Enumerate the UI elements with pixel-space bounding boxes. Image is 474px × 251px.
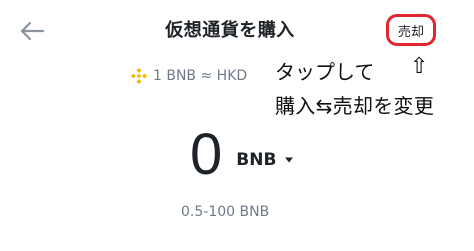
currency-code: BNB [236, 150, 277, 170]
back-arrow-icon [20, 21, 45, 41]
exchange-rate-text: 1 BNB ≈ HKD [153, 68, 248, 84]
amount-input[interactable]: 0 [190, 126, 222, 184]
page-title: 仮想通貨を購入 [165, 20, 295, 41]
amount-input-row: 0 BNB [190, 122, 294, 188]
annotation-up-arrow-icon: ⇧ [410, 54, 429, 79]
annotation-switch-text: 購入⇆売却を変更 [275, 94, 435, 118]
sell-toggle-button[interactable]: 売却 [386, 14, 436, 46]
caret-down-icon [285, 157, 294, 163]
annotation-tap-text: タップして [275, 60, 375, 84]
currency-selector[interactable]: BNB [236, 150, 294, 170]
exchange-rate: 1 BNB ≈ HKD [131, 66, 247, 86]
back-button[interactable] [15, 17, 49, 45]
amount-range-text: 0.5-100 BNB [181, 204, 270, 220]
buy-crypto-screen: 仮想通貨を購入 売却 1 BNB ≈ HKD タップして ⇧ 購入⇆売却を変更 … [0, 0, 474, 251]
bnb-icon [131, 68, 147, 84]
sell-toggle-label: 売却 [397, 24, 424, 40]
